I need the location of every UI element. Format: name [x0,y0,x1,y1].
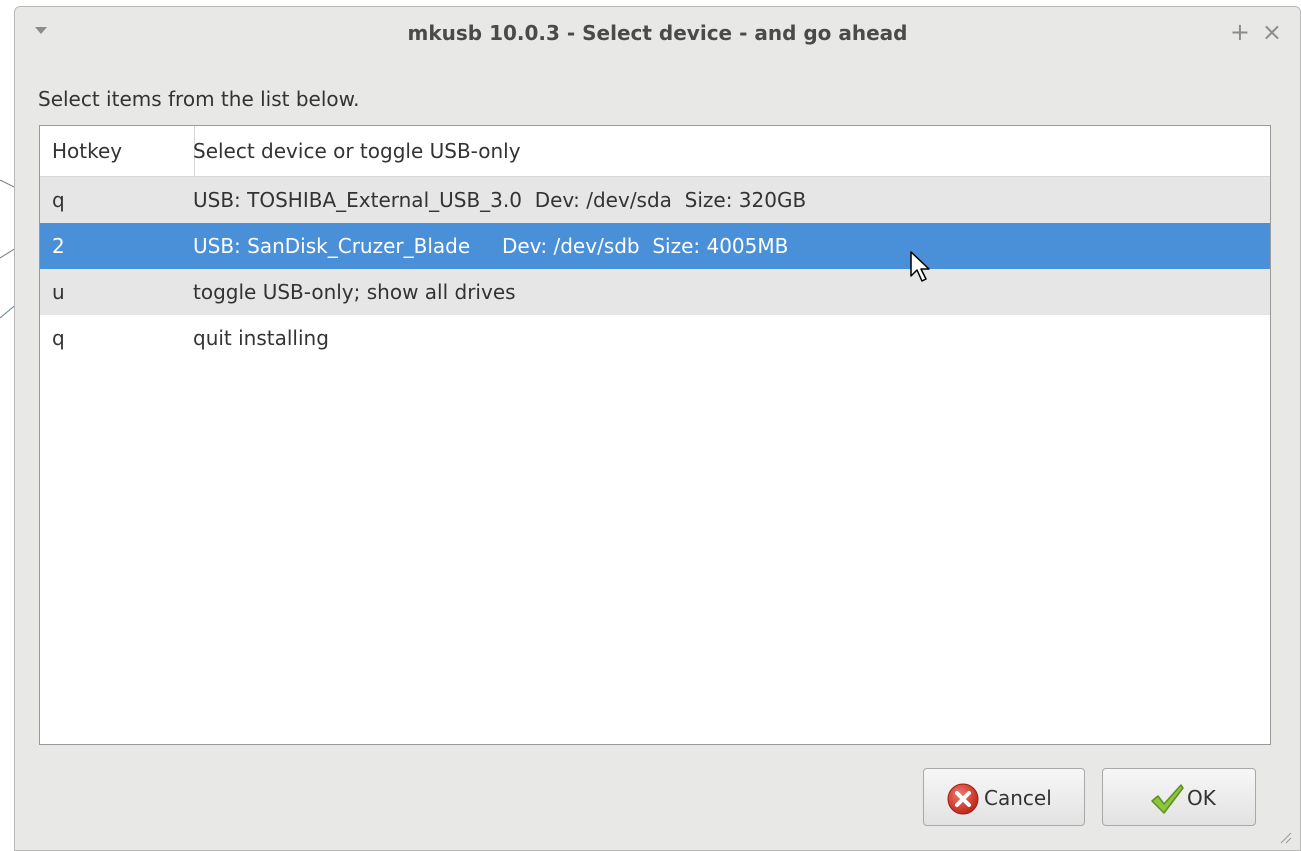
column-header-description[interactable]: Select device or toggle USB-only [183,126,521,176]
list-header: Hotkey Select device or toggle USB-only [40,126,1270,177]
ok-button[interactable]: OK [1102,768,1256,826]
title-bar[interactable]: mkusb 10.0.3 - Select device - and go ah… [15,7,1300,63]
hotkey-cell: q [52,326,65,350]
dialog-window: mkusb 10.0.3 - Select device - and go ah… [14,6,1301,851]
description-cell: USB: TOSHIBA_External_USB_3.0 Dev: /dev/… [193,188,807,212]
description-cell: quit installing [193,326,329,350]
cancel-label: Cancel [984,786,1052,810]
list-row-sandisk[interactable]: 2 USB: SanDisk_Cruzer_Blade Dev: /dev/sd… [40,223,1270,269]
checkmark-icon [1151,784,1184,814]
prompt-text: Select items from the list below. [38,87,360,111]
hotkey-cell: q [52,188,65,212]
cancel-button[interactable]: Cancel [923,768,1085,826]
cancel-icon [947,783,979,815]
hotkey-cell: 2 [52,234,65,258]
close-button[interactable]: × [1262,19,1282,45]
ok-label: OK [1187,786,1216,810]
list-row-toggle-usb[interactable]: u toggle USB-only; show all drives [40,269,1270,315]
description-cell: USB: SanDisk_Cruzer_Blade Dev: /dev/sdb … [193,234,789,258]
resize-grip-icon[interactable] [1278,830,1292,844]
device-list[interactable]: Hotkey Select device or toggle USB-only … [39,125,1271,745]
column-header-hotkey[interactable]: Hotkey [40,126,195,176]
window-title: mkusb 10.0.3 - Select device - and go ah… [407,21,908,45]
mouse-pointer-icon [910,251,930,282]
list-row-quit[interactable]: q quit installing [40,315,1270,361]
description-cell: toggle USB-only; show all drives [193,280,516,304]
maximize-button[interactable]: + [1230,19,1250,45]
hotkey-cell: u [52,280,65,304]
list-row-toshiba[interactable]: q USB: TOSHIBA_External_USB_3.0 Dev: /de… [40,177,1270,223]
